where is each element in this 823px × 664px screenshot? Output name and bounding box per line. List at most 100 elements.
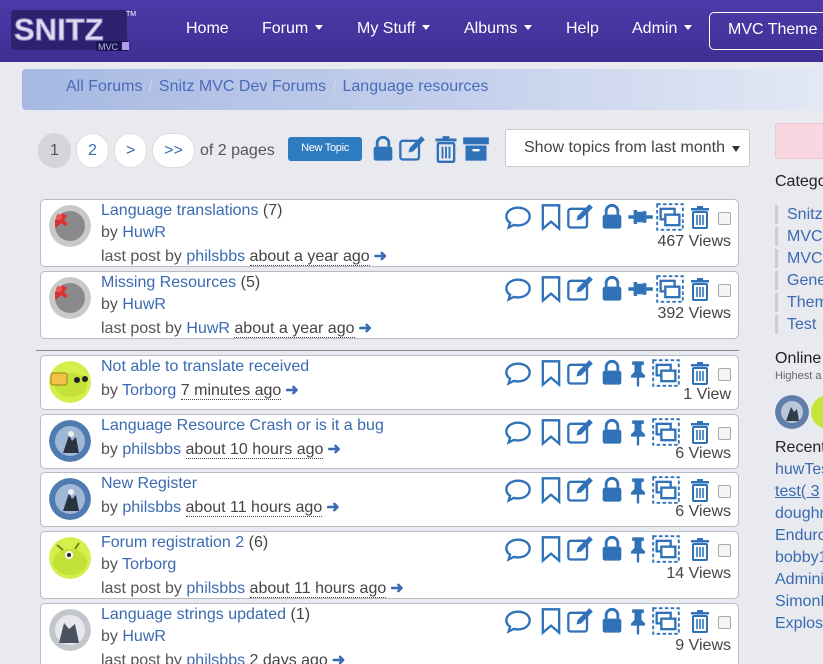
topic-title[interactable]: Language translations (7) [101,202,282,220]
topic-title-text[interactable]: Missing Resources [101,274,236,291]
select-topic-checkbox[interactable] [718,368,731,381]
author-link[interactable]: philsbbs [122,499,181,516]
reply-icon[interactable] [504,203,532,231]
move-icon[interactable] [654,275,686,303]
trash-icon[interactable] [688,203,712,231]
select-topic-checkbox[interactable] [718,616,731,629]
lock-icon[interactable] [598,359,626,387]
select-topic-checkbox[interactable] [718,427,731,440]
unpin-icon[interactable] [624,275,656,303]
edit-icon[interactable] [566,275,594,303]
online-user-avatar[interactable] [811,395,823,429]
nav-albums-dropdown[interactable]: Albums [464,20,533,38]
recent-user-link[interactable]: huwTes [775,461,823,479]
sticky-pin-avatar[interactable] [49,277,91,319]
topic-title[interactable]: New Register [101,475,197,493]
reply-icon[interactable] [504,359,532,387]
author-link[interactable]: HuwR [122,224,166,241]
user-avatar[interactable] [49,361,91,403]
trash-icon[interactable] [688,607,712,635]
online-user-avatar[interactable] [775,395,809,429]
topic-title[interactable]: Forum registration 2 (6) [101,534,268,552]
topic-title[interactable]: Language strings updated (1) [101,606,310,624]
theme-button[interactable]: MVC Theme [709,12,823,50]
recent-user-link[interactable]: test( 3 [775,483,819,501]
move-icon[interactable] [650,535,682,563]
trash-icon[interactable] [688,418,712,446]
topic-title[interactable]: Not able to translate received [101,358,309,376]
lock-icon[interactable] [598,275,626,303]
breadcrumb-current[interactable]: Language resources [343,78,489,95]
nav-mystuff-dropdown[interactable]: My Stuff [357,20,431,38]
topic-title-text[interactable]: Not able to translate received [101,358,309,375]
go-to-post-arrow-icon[interactable]: ➜ [327,441,340,458]
topic-title-text[interactable]: Language translations [101,202,258,219]
last-post-user-link[interactable]: philsbbs [186,580,245,597]
move-icon[interactable] [650,359,682,387]
bookmark-icon[interactable] [537,607,565,635]
last-post-user-link[interactable]: philsbbs [186,652,245,664]
sidebar-category[interactable]: MVC [775,249,823,268]
breadcrumb-forum[interactable]: Snitz MVC Dev Forums [159,78,326,95]
topic-title-text[interactable]: Forum registration 2 [101,534,244,551]
snitz-logo[interactable]: SNITZ TM MVC [10,7,136,53]
topic-title[interactable]: Missing Resources (5) [101,274,260,292]
nav-forum-dropdown[interactable]: Forum [262,20,324,38]
go-to-post-arrow-icon[interactable]: ➜ [285,382,298,399]
reply-icon[interactable] [504,476,532,504]
nav-home[interactable]: Home [186,20,229,38]
pin-icon[interactable] [624,359,652,387]
trash-icon[interactable] [688,476,712,504]
recent-user-link[interactable]: Explos [775,615,823,633]
reply-icon[interactable] [504,535,532,563]
recent-user-link[interactable]: Enduro [775,527,823,545]
page-2-button[interactable]: 2 [76,133,109,168]
bookmark-icon[interactable] [537,359,565,387]
sidebar-category[interactable]: Snitz [775,205,823,224]
edit-icon[interactable] [398,135,426,163]
author-link[interactable]: HuwR [122,628,166,645]
lock-icon[interactable] [598,203,626,231]
bookmark-icon[interactable] [537,476,565,504]
select-topic-checkbox[interactable] [718,485,731,498]
unpin-icon[interactable] [624,203,656,231]
bookmark-icon[interactable] [537,418,565,446]
trash-icon[interactable] [432,135,460,163]
bookmark-icon[interactable] [537,535,565,563]
pin-icon[interactable] [624,476,652,504]
topic-title-text[interactable]: New Register [101,475,197,492]
lock-icon[interactable] [369,135,397,163]
pin-icon[interactable] [624,607,652,635]
select-topic-checkbox[interactable] [718,212,731,225]
sticky-pin-avatar[interactable] [49,205,91,247]
lock-icon[interactable] [598,418,626,446]
edit-icon[interactable] [566,418,594,446]
last-page-button[interactable]: >> [152,133,195,168]
author-link[interactable]: philsbbs [122,441,181,458]
user-avatar[interactable] [49,420,91,462]
user-avatar[interactable] [49,478,91,520]
lock-icon[interactable] [598,476,626,504]
nav-admin-dropdown[interactable]: Admin [632,20,693,38]
pin-icon[interactable] [624,535,652,563]
next-page-button[interactable]: > [114,133,147,168]
recent-user-link[interactable]: SimonE [775,593,823,611]
move-icon[interactable] [650,607,682,635]
bookmark-icon[interactable] [537,203,565,231]
topic-filter-select[interactable]: Show topics from last month [505,129,750,167]
move-icon[interactable] [650,418,682,446]
go-to-last-post-arrow-icon[interactable]: ➜ [332,652,345,664]
go-to-last-post-arrow-icon[interactable]: ➜ [359,320,372,337]
pin-icon[interactable] [624,418,652,446]
user-avatar[interactable] [49,537,91,579]
edit-icon[interactable] [566,476,594,504]
sidebar-category[interactable]: Test [775,315,816,334]
recent-user-link[interactable]: doughn [775,505,823,523]
author-link[interactable]: HuwR [122,296,166,313]
archive-icon[interactable] [462,135,490,163]
select-topic-checkbox[interactable] [718,544,731,557]
edit-icon[interactable] [566,607,594,635]
author-link[interactable]: Torborg [122,556,176,573]
recent-user-link[interactable]: bobby1 [775,549,823,567]
author-link[interactable]: Torborg [122,382,176,399]
